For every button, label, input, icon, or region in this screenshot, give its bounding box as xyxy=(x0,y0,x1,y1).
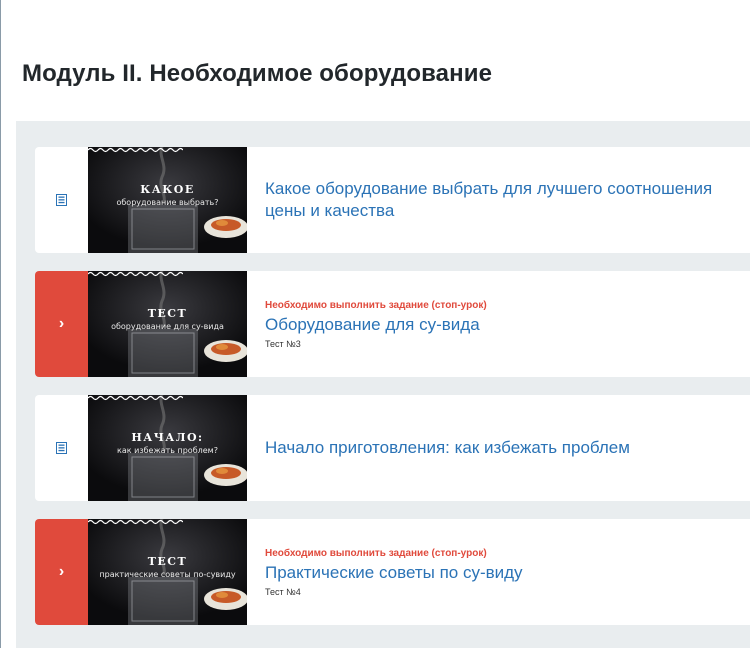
lesson-thumbnail: КАКОЕ оборудование выбрать? xyxy=(88,147,247,253)
thumb-headline: НАЧАЛО: xyxy=(131,431,204,444)
test-label: Тест №4 xyxy=(265,586,301,597)
course-page: Модуль II. Необходимое оборудование КАКО… xyxy=(0,0,750,648)
lesson-card[interactable]: НАЧАЛО: как избежать проблем? Начало при… xyxy=(35,395,750,501)
wave-decoration xyxy=(88,271,183,277)
lesson-info: Необходимо выполнить задание (стоп-урок)… xyxy=(265,271,734,377)
module-title: Модуль II. Необходимое оборудование xyxy=(22,60,493,87)
thumb-headline: КАКОЕ xyxy=(140,183,195,196)
lesson-title-link[interactable]: Оборудование для су-вида xyxy=(265,314,734,336)
lesson-status xyxy=(35,395,88,501)
test-label: Тест №3 xyxy=(265,338,301,349)
stop-lesson-warning: Необходимо выполнить задание (стоп-урок) xyxy=(265,299,487,311)
lesson-thumbnail: ТЕСТ оборудование для су-вида xyxy=(88,271,247,377)
lesson-status xyxy=(35,147,88,253)
wave-decoration xyxy=(88,395,183,401)
lessons-panel: КАКОЕ оборудование выбрать? Какое оборуд… xyxy=(16,121,750,648)
lesson-card[interactable]: КАКОЕ оборудование выбрать? Какое оборуд… xyxy=(35,147,750,253)
thumb-subtitle: оборудование для су-вида xyxy=(111,322,224,331)
thumb-subtitle: как избежать проблем? xyxy=(117,446,218,455)
thumb-subtitle: практические советы по-сувиду xyxy=(99,570,236,579)
lesson-card[interactable]: › ТЕС xyxy=(35,519,750,625)
lesson-status-locked: › xyxy=(35,519,88,625)
lesson-info: Необходимо выполнить задание (стоп-урок)… xyxy=(265,519,734,625)
lesson-status-locked: › xyxy=(35,271,88,377)
chevron-right-icon[interactable]: › xyxy=(59,316,64,332)
wave-decoration xyxy=(88,519,183,525)
thumb-headline: ТЕСТ xyxy=(147,555,188,568)
lesson-title-link[interactable]: Какое оборудование выбрать для лучшего с… xyxy=(265,178,734,222)
lesson-info: Какое оборудование выбрать для лучшего с… xyxy=(265,147,734,253)
lesson-thumbnail: ТЕСТ практические советы по-сувиду xyxy=(88,519,247,625)
wave-decoration xyxy=(88,147,183,153)
chevron-right-icon[interactable]: › xyxy=(59,564,64,580)
document-icon xyxy=(56,442,67,454)
lesson-thumbnail: НАЧАЛО: как избежать проблем? xyxy=(88,395,247,501)
document-icon xyxy=(56,194,67,206)
stop-lesson-warning: Необходимо выполнить задание (стоп-урок) xyxy=(265,547,487,559)
lesson-info: Начало приготовления: как избежать пробл… xyxy=(265,395,734,501)
lesson-title-link[interactable]: Практические советы по су-виду xyxy=(265,562,734,584)
lesson-card[interactable]: › ТЕС xyxy=(35,271,750,377)
lesson-title-link[interactable]: Начало приготовления: как избежать пробл… xyxy=(265,437,734,459)
thumb-headline: ТЕСТ xyxy=(147,307,188,320)
thumb-subtitle: оборудование выбрать? xyxy=(116,198,219,207)
